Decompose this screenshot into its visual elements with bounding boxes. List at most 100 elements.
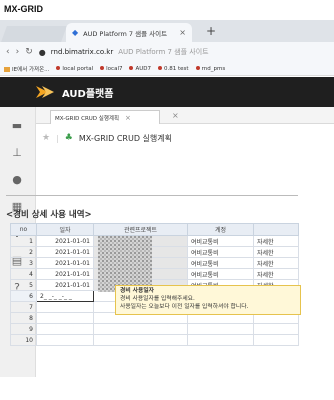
bookmark-item[interactable]: AUD7 bbox=[129, 66, 151, 72]
table-row[interactable]: 4 2021-01-01 여비교통비 자세한 bbox=[10, 268, 299, 280]
table-row[interactable]: 1 2021-01-01 여비교통비 자세한 bbox=[10, 235, 299, 247]
divider: | bbox=[56, 133, 59, 143]
bookmark-dot-icon bbox=[195, 66, 200, 70]
bookmarks-bar: IE에서 가져온... local portal local7 AUD7 0.8… bbox=[0, 62, 334, 76]
bookmark-label: AUD7 bbox=[135, 65, 152, 72]
table-row[interactable]: 9 bbox=[10, 323, 299, 335]
browser-tabstrip: ◆ AUD Platform 7 샘플 사이트 × + bbox=[0, 20, 334, 42]
bookmark-dot-icon bbox=[100, 66, 105, 70]
date-cell[interactable] bbox=[36, 312, 94, 324]
grid-column-header[interactable]: 관련프로젝트 bbox=[93, 223, 188, 236]
close-all-tabs-icon[interactable]: × bbox=[172, 111, 179, 120]
bookmark-label: IE에서 가져온... bbox=[12, 66, 50, 73]
site-favicon-icon: ◆ bbox=[72, 28, 79, 37]
app-header: AUD플랫폼 bbox=[0, 77, 334, 107]
table-row[interactable]: 2 2021-01-01 여비교통비 자세한 bbox=[10, 246, 299, 258]
grid-column-header[interactable]: 계정 bbox=[187, 223, 254, 236]
bookmark-dot-icon bbox=[158, 66, 163, 70]
detail-cell[interactable]: 자세한 bbox=[253, 257, 299, 269]
folder-icon[interactable]: ▬ bbox=[9, 117, 25, 133]
row-number: 6 bbox=[10, 290, 37, 302]
account-cell[interactable]: 여비교통비 bbox=[187, 235, 254, 247]
row-number: 7 bbox=[10, 301, 37, 313]
tooltip-title: 경비 사용일자 bbox=[120, 288, 155, 294]
account-cell[interactable]: 여비교통비 bbox=[187, 257, 254, 269]
date-input[interactable]: 2_ _-_ _-_ _ bbox=[36, 290, 94, 302]
row-number: 8 bbox=[10, 312, 37, 324]
account-cell[interactable] bbox=[187, 323, 254, 335]
date-cell[interactable]: 2021-01-01 bbox=[36, 257, 94, 269]
favorite-star-icon[interactable]: ★ bbox=[42, 133, 50, 143]
project-cell[interactable] bbox=[93, 334, 188, 346]
browser-tab-close-icon[interactable]: × bbox=[179, 28, 186, 37]
new-tab-button[interactable]: + bbox=[206, 24, 216, 38]
url-page-title: AUD Platform 7 샘플 사이트 bbox=[118, 48, 209, 56]
org-chart-icon[interactable]: ⊥ bbox=[9, 144, 25, 160]
detail-cell[interactable]: 자세한 bbox=[253, 235, 299, 247]
row-number: 3 bbox=[10, 257, 37, 269]
browser-tab-active[interactable]: ◆ AUD Platform 7 샘플 사이트 × bbox=[66, 23, 192, 42]
screenshot-caption: MX-GRID bbox=[4, 4, 43, 14]
forward-icon[interactable]: › bbox=[16, 47, 20, 57]
account-cell[interactable]: 여비교통비 bbox=[187, 246, 254, 258]
bookmark-label: local7 bbox=[106, 65, 123, 72]
bookmark-dot-icon bbox=[129, 66, 134, 70]
back-icon[interactable]: ‹ bbox=[6, 47, 10, 57]
bookmark-item[interactable]: IE에서 가져온... bbox=[4, 65, 49, 73]
account-cell[interactable] bbox=[187, 334, 254, 346]
row-number: 10 bbox=[10, 334, 37, 346]
table-row[interactable]: 10 bbox=[10, 334, 299, 346]
section-title: <경비 상세 사용 내역> bbox=[6, 210, 92, 220]
date-cell[interactable] bbox=[36, 323, 94, 335]
date-cell[interactable]: 2021-01-01 bbox=[36, 279, 94, 291]
bookmark-dot-icon bbox=[56, 66, 61, 70]
bookmark-item[interactable]: local7 bbox=[100, 66, 122, 72]
table-row[interactable]: 3 2021-01-01 여비교통비 자세한 bbox=[10, 257, 299, 269]
date-cell[interactable] bbox=[36, 301, 94, 313]
bookmark-item[interactable]: rnd_pms bbox=[195, 65, 226, 72]
project-cell[interactable] bbox=[93, 323, 188, 335]
page-title: MX-GRID CRUD 실행계획 bbox=[78, 133, 172, 143]
reload-icon[interactable]: ↻ bbox=[25, 47, 33, 57]
url-field[interactable]: ● rnd.bimatrix.co.kr AUD Platform 7 샘플 사… bbox=[39, 47, 209, 57]
tab-label: MX-GRID CRUD 실행계획 bbox=[55, 115, 120, 122]
row-number: 5 bbox=[10, 279, 37, 291]
bookmark-item[interactable]: 0.81 test bbox=[158, 66, 189, 72]
bookmark-label: local portal bbox=[62, 65, 94, 72]
row-number: 1 bbox=[10, 235, 37, 247]
row-number: 2 bbox=[10, 246, 37, 258]
row-number: 9 bbox=[10, 323, 37, 335]
tab-close-icon[interactable]: × bbox=[125, 114, 131, 122]
user-icon[interactable]: ● bbox=[9, 171, 25, 187]
date-cell[interactable] bbox=[36, 334, 94, 346]
grid-column-header[interactable]: no bbox=[10, 223, 37, 236]
logo-arrow-icon bbox=[36, 86, 54, 98]
app-title: AUD플랫폼 bbox=[62, 88, 114, 100]
page-header: ★ | ♣ MX-GRID CRUD 실행계획 bbox=[42, 128, 172, 148]
project-redaction-pattern bbox=[98, 236, 152, 292]
row-number: 4 bbox=[10, 268, 37, 280]
date-tooltip: 경비 사용일자 경비 사용일자를 입력해주세요. 사용일자는 오늘보다 이전 일… bbox=[115, 285, 301, 315]
detail-cell[interactable]: 자세한 bbox=[253, 268, 299, 280]
bookmark-label: rnd_pms bbox=[201, 65, 226, 72]
tooltip-line: 사용일자는 오늘보다 이전 일자를 입력하셔야 합니다. bbox=[120, 303, 249, 310]
date-cell[interactable]: 2021-01-01 bbox=[36, 235, 94, 247]
address-bar: ‹ › ↻ ● rnd.bimatrix.co.kr AUD Platform … bbox=[0, 42, 334, 62]
date-cell[interactable]: 2021-01-01 bbox=[36, 268, 94, 280]
detail-cell[interactable] bbox=[253, 334, 299, 346]
grid-column-header[interactable] bbox=[253, 223, 299, 236]
url-host: rnd.bimatrix.co.kr bbox=[50, 48, 114, 56]
content-tabbar: MX-GRID CRUD 실행계획 × × bbox=[36, 107, 334, 124]
tooltip-line: 경비 사용일자를 입력해주세요. bbox=[120, 295, 195, 302]
account-cell[interactable]: 여비교통비 bbox=[187, 268, 254, 280]
tab-crud-plan[interactable]: MX-GRID CRUD 실행계획 × bbox=[50, 110, 160, 124]
bookmark-label: 0.81 test bbox=[164, 65, 189, 72]
date-cell[interactable]: 2021-01-01 bbox=[36, 246, 94, 258]
grid-column-header[interactable]: 일자 bbox=[36, 223, 94, 236]
bookmark-item[interactable]: local portal bbox=[56, 66, 93, 72]
detail-cell[interactable]: 자세한 bbox=[253, 246, 299, 258]
leaf-icon: ♣ bbox=[64, 133, 73, 143]
detail-cell[interactable] bbox=[253, 323, 299, 335]
browser-tab-ghost bbox=[1, 26, 67, 42]
browser-window: ◆ AUD Platform 7 샘플 사이트 × + ‹ › ↻ ● rnd.… bbox=[0, 20, 334, 377]
